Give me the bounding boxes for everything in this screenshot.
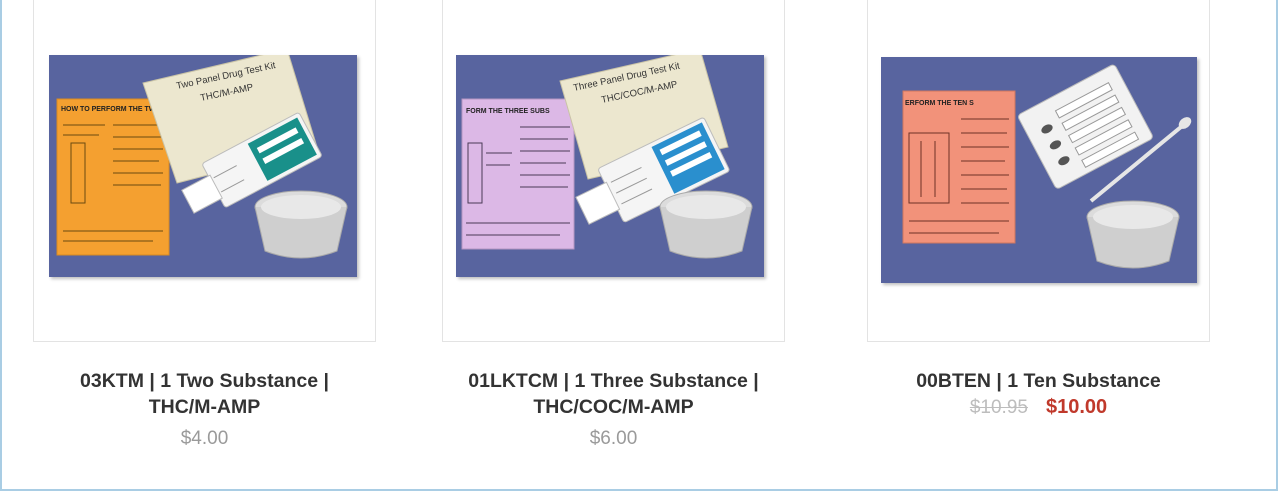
product-title-link[interactable]: 01LKTCM | 1 Three Substance | THC/COC/M-… [422, 368, 805, 420]
product-title-line1: 03KTM | 1 Two Substance | [80, 370, 329, 392]
product-image-link[interactable]: ERFORM THE TEN S [867, 0, 1210, 342]
kit-illustration: HOW TO PERFORM THE TWO Two Panel Drug Te… [49, 55, 357, 277]
sheet-heading: HOW TO PERFORM THE TWO [61, 106, 161, 113]
product-image-link[interactable]: FORM THE THREE SUBS Three Panel Drug Tes… [442, 0, 785, 342]
sheet-heading: FORM THE THREE SUBS [466, 108, 550, 115]
product-photo-three-panel-kit: FORM THE THREE SUBS Three Panel Drug Tes… [456, 55, 764, 277]
product-title-link[interactable]: 00BTEN | 1 Ten Substance [847, 368, 1230, 394]
product-card-00bten: ERFORM THE TEN S 00BTEN | 1 Ten Substanc… [867, 0, 1210, 418]
product-price: $4.00 [180, 428, 229, 449]
product-title-line2: THC/COC/M-AMP [533, 396, 694, 418]
product-card-03ktm: HOW TO PERFORM THE TWO Two Panel Drug Te… [33, 0, 376, 449]
product-title-line1: 01LKTCM | 1 Three Substance | [468, 370, 759, 392]
product-old-price: $10.95 [969, 397, 1028, 418]
kit-illustration: FORM THE THREE SUBS Three Panel Drug Tes… [456, 55, 764, 277]
product-photo-ten-panel-kit: ERFORM THE TEN S [881, 57, 1197, 283]
kit-illustration: ERFORM THE TEN S [881, 57, 1197, 283]
product-sale-price: $10.00 [1045, 396, 1108, 418]
product-title-link[interactable]: 03KTM | 1 Two Substance | THC/M-AMP [13, 368, 396, 420]
product-price-row: $10.95 $10.00 [867, 396, 1210, 419]
product-photo-two-panel-kit: HOW TO PERFORM THE TWO Two Panel Drug Te… [49, 55, 357, 277]
product-image-link[interactable]: HOW TO PERFORM THE TWO Two Panel Drug Te… [33, 0, 376, 342]
product-title-line2: THC/M-AMP [148, 396, 261, 418]
product-title-line1: 00BTEN | 1 Ten Substance [916, 370, 1161, 392]
product-price: $6.00 [589, 428, 638, 449]
sheet-heading: ERFORM THE TEN S [905, 100, 974, 107]
product-card-01lktcm: FORM THE THREE SUBS Three Panel Drug Tes… [442, 0, 785, 449]
